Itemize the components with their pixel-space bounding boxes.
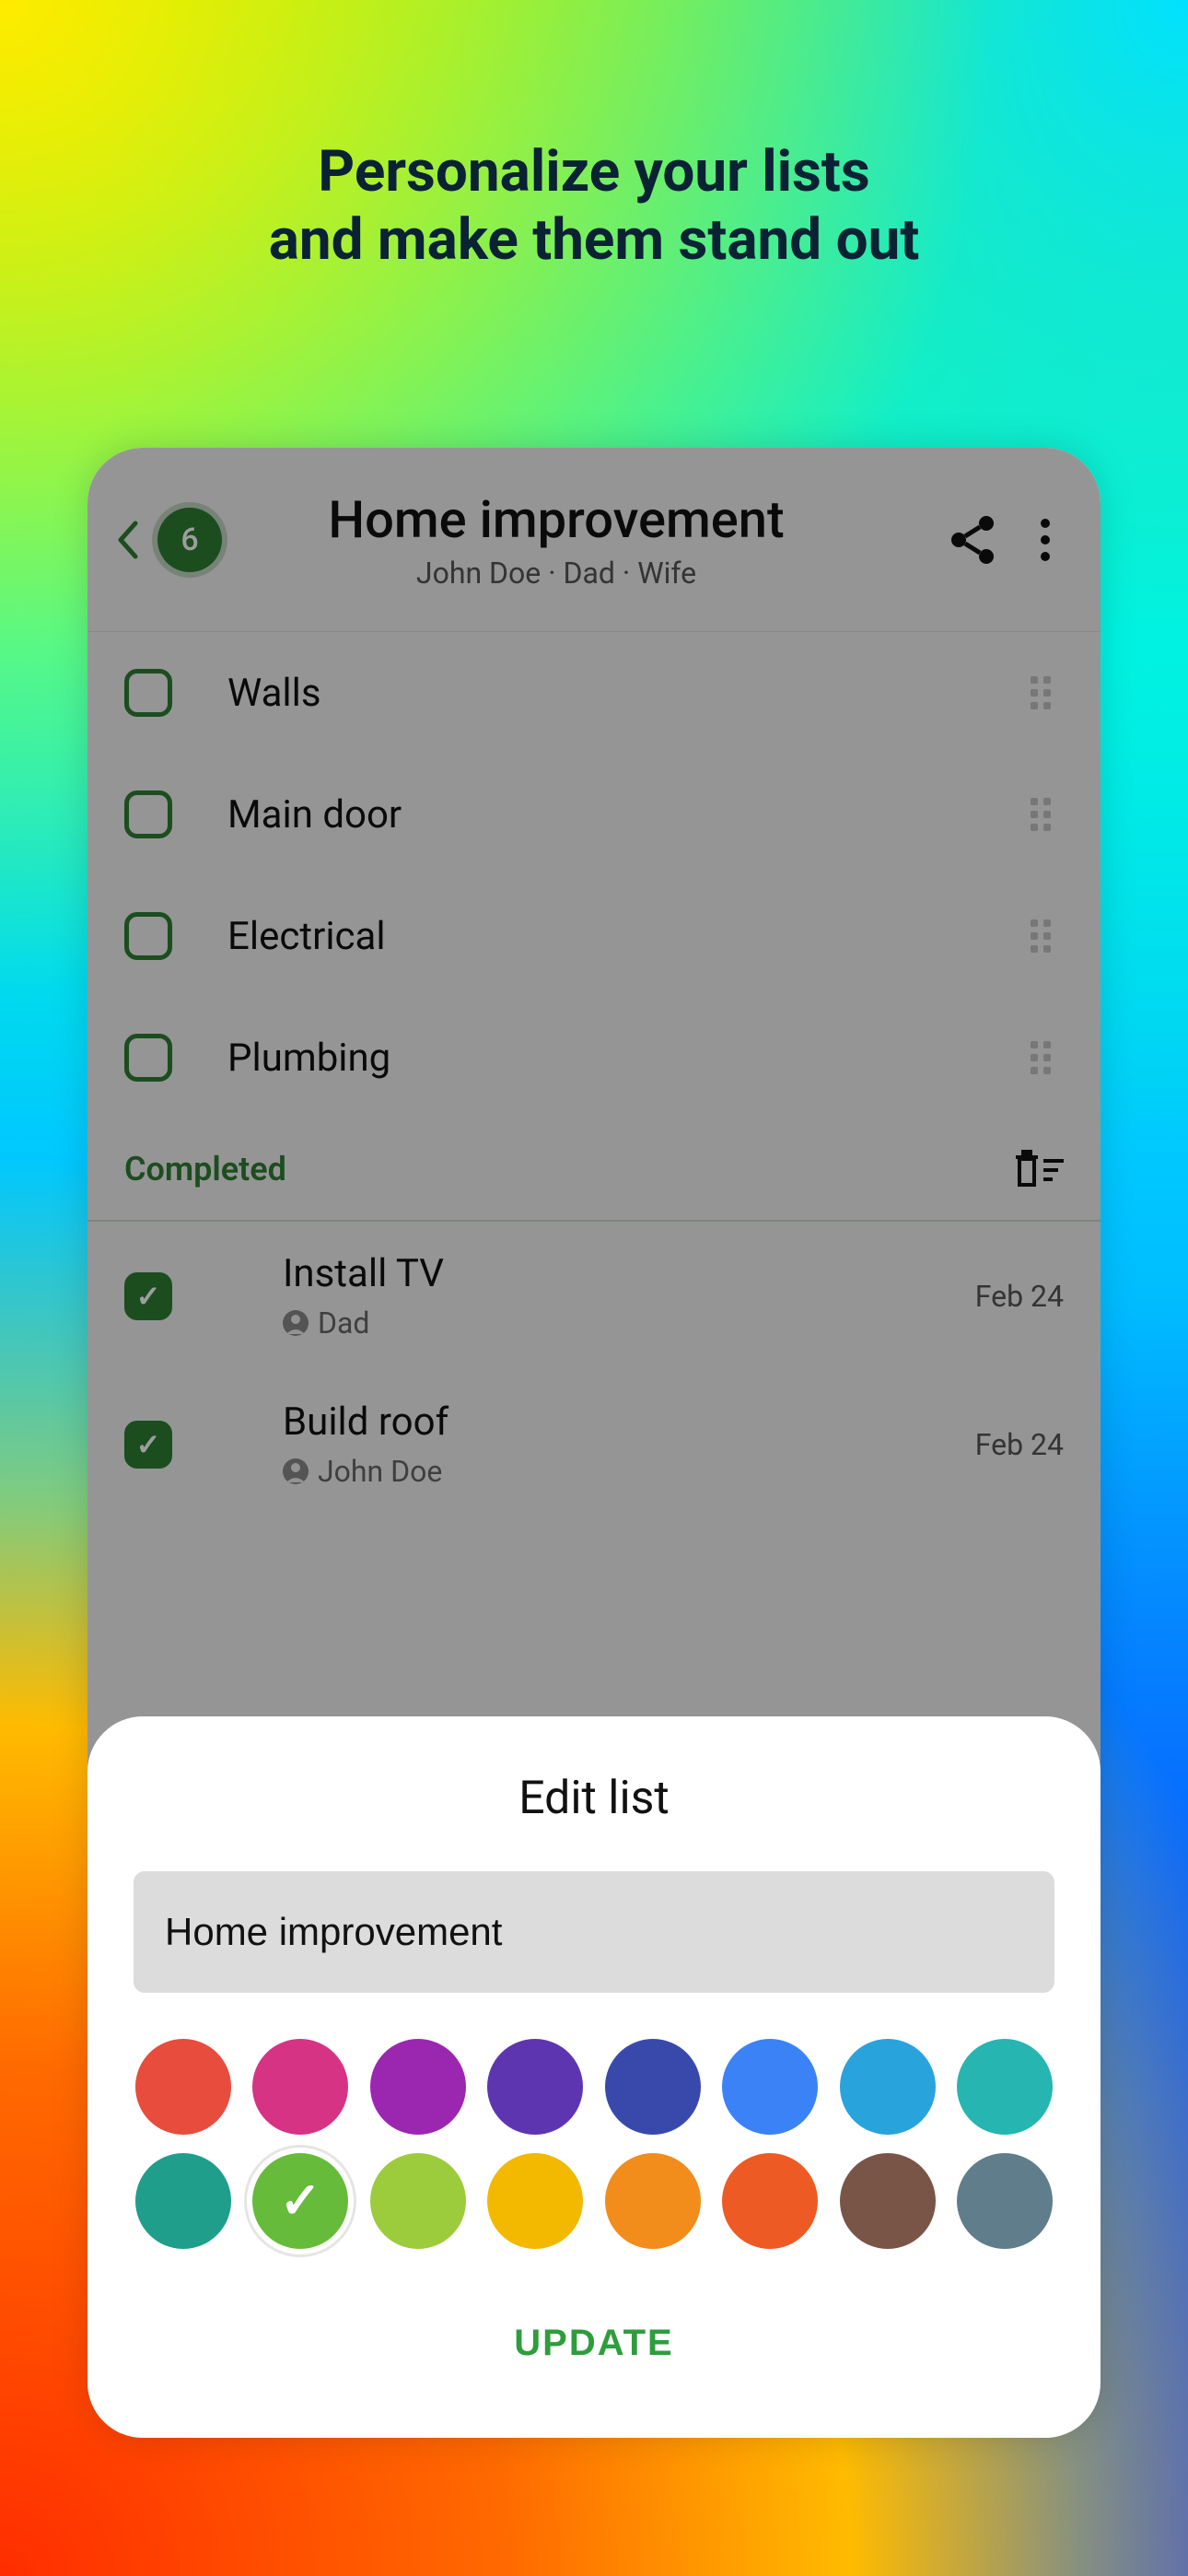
color-swatch[interactable] [370, 2153, 466, 2249]
color-swatch[interactable] [957, 2039, 1053, 2135]
color-grid [134, 2039, 1054, 2249]
color-swatch[interactable] [487, 2153, 583, 2249]
color-swatch[interactable] [840, 2153, 936, 2249]
list-name-input[interactable] [134, 1871, 1054, 1993]
headline-line-1: Personalize your lists [0, 138, 1188, 206]
color-swatch[interactable] [487, 2039, 583, 2135]
edit-list-sheet: Edit list UPDATE [87, 1716, 1101, 2438]
color-swatch[interactable] [252, 2039, 348, 2135]
update-button[interactable]: UPDATE [514, 2323, 673, 2364]
color-swatch[interactable] [840, 2039, 936, 2135]
headline-line-2: and make them stand out [0, 206, 1188, 275]
color-swatch[interactable] [605, 2153, 701, 2249]
color-swatch[interactable] [370, 2039, 466, 2135]
color-swatch[interactable] [957, 2153, 1053, 2249]
color-swatch[interactable] [252, 2153, 348, 2249]
color-swatch[interactable] [135, 2153, 231, 2249]
color-swatch[interactable] [135, 2039, 231, 2135]
sheet-title: Edit list [134, 1772, 1054, 1825]
phone-frame: 6 Home improvement John Doe · Dad · Wife… [87, 448, 1101, 2438]
promo-headline: Personalize your lists and make them sta… [0, 138, 1188, 275]
color-swatch[interactable] [722, 2039, 818, 2135]
color-swatch[interactable] [722, 2153, 818, 2249]
color-swatch[interactable] [605, 2039, 701, 2135]
